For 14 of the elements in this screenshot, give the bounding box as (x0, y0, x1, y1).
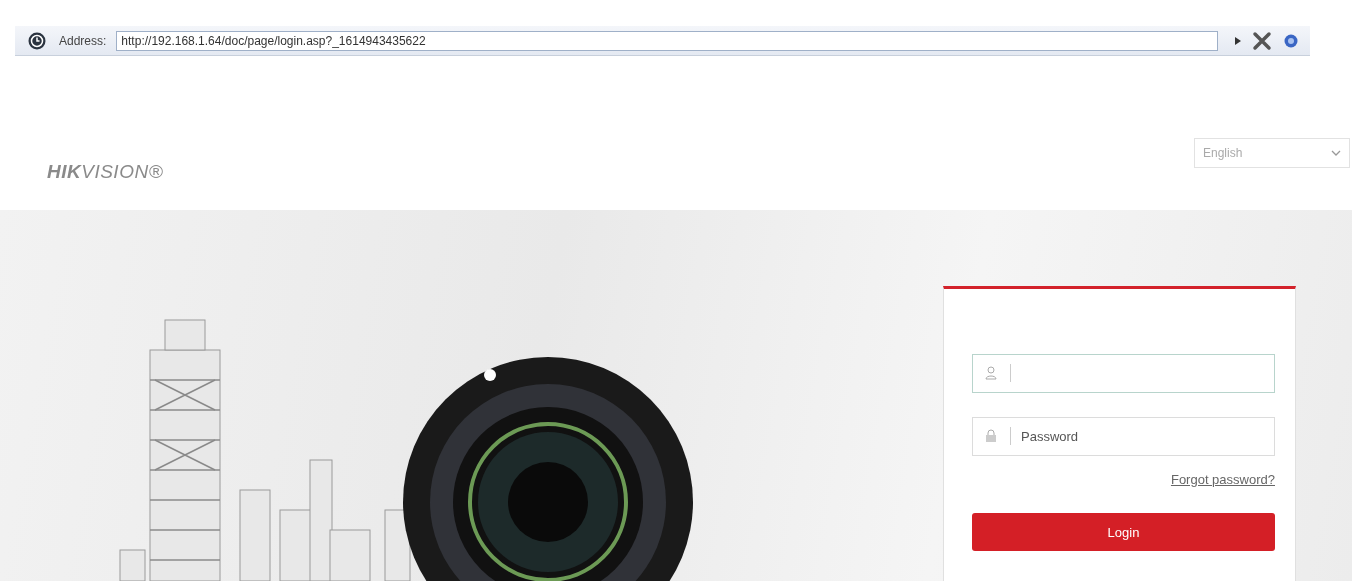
address-label: Address: (59, 33, 107, 48)
username-field[interactable] (972, 354, 1275, 393)
lock-icon (985, 429, 997, 443)
clock-icon[interactable] (27, 30, 47, 51)
user-icon (985, 366, 997, 380)
login-button[interactable]: Login (972, 513, 1275, 551)
chevron-down-icon (1331, 149, 1341, 157)
forgot-password-link[interactable]: Forgot password? (1170, 472, 1275, 487)
address-field[interactable]: http://192.168.1.64/doc/page/login.asp?_1614943435622 (116, 30, 1218, 51)
tools-icon[interactable] (1252, 30, 1274, 51)
help-icon[interactable] (1284, 33, 1298, 48)
password-field[interactable]: Password (972, 417, 1275, 456)
logo: HIKVISION® (47, 161, 164, 183)
play-icon[interactable] (1234, 35, 1242, 46)
